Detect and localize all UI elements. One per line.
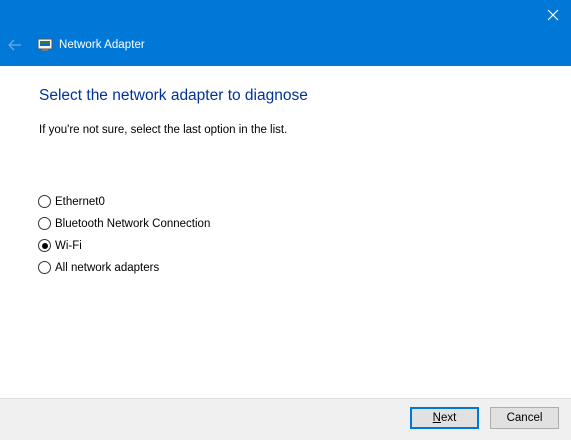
radio-option-wifi[interactable]: Wi-Fi	[38, 239, 82, 252]
network-adapter-dialog: Network Adapter Select the network adapt…	[0, 0, 571, 440]
radio-button-selected[interactable]	[38, 239, 51, 252]
window-title: Network Adapter	[59, 39, 145, 51]
cancel-button[interactable]: Cancel	[490, 407, 559, 429]
next-accelerator: N	[432, 412, 441, 424]
radio-label: Ethernet0	[55, 195, 105, 208]
radio-option-all-adapters[interactable]: All network adapters	[38, 261, 159, 274]
next-button[interactable]: Next	[410, 407, 479, 429]
close-icon	[547, 9, 559, 21]
radio-label: All network adapters	[55, 261, 160, 274]
page-heading: Select the network adapter to diagnose	[39, 87, 308, 104]
radio-button[interactable]	[38, 217, 51, 230]
radio-button[interactable]	[38, 261, 51, 274]
radio-label: Wi-Fi	[55, 239, 82, 252]
radio-button[interactable]	[38, 195, 51, 208]
network-adapter-icon	[37, 38, 53, 51]
radio-option-ethernet0[interactable]: Ethernet0	[38, 195, 105, 208]
back-button[interactable]	[6, 36, 24, 54]
radio-selected-dot	[41, 242, 48, 249]
next-label: ext	[440, 412, 457, 424]
dialog-footer	[0, 398, 571, 440]
close-button[interactable]	[541, 4, 565, 26]
radio-label: Bluetooth Network Connection	[55, 217, 211, 230]
instruction-text: If you're not sure, select the last opti…	[39, 124, 288, 136]
back-arrow-icon	[8, 39, 21, 51]
titlebar: Network Adapter	[0, 0, 571, 66]
radio-option-bluetooth[interactable]: Bluetooth Network Connection	[38, 217, 210, 230]
